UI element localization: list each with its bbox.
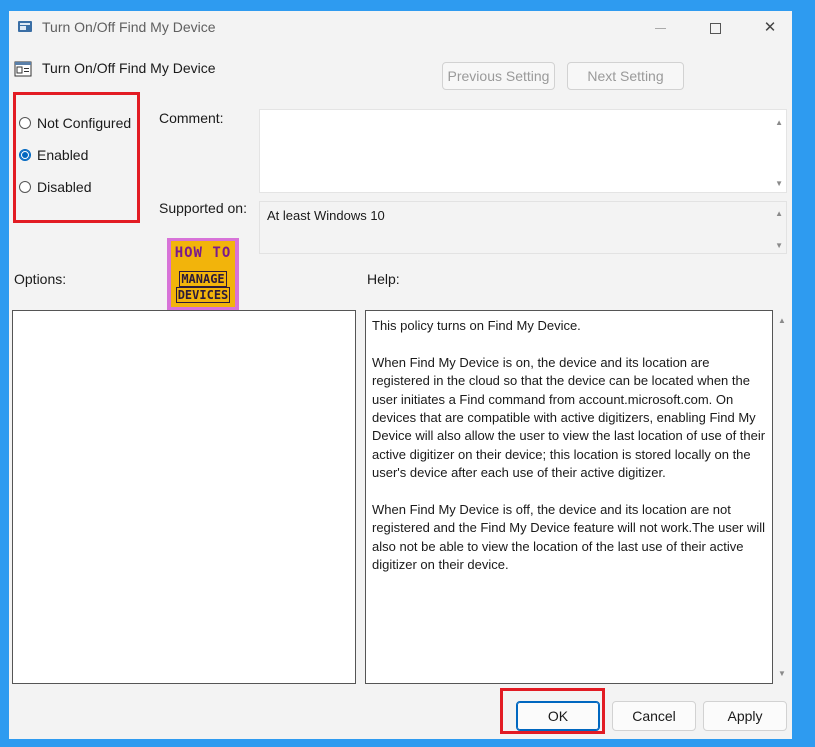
help-paragraph: When Find My Device is on, the device an…: [372, 354, 766, 481]
help-pane: This policy turns on Find My Device. Whe…: [365, 310, 773, 684]
comment-field[interactable]: ▲ ▼: [259, 109, 787, 193]
comment-label: Comment:: [159, 110, 224, 126]
options-label: Options:: [14, 271, 67, 287]
help-text: This policy turns on Find My Device. Whe…: [372, 317, 770, 593]
minimize-icon: [654, 27, 666, 29]
policy-app-icon: [18, 21, 32, 32]
cancel-button[interactable]: Cancel: [612, 701, 696, 731]
help-paragraph: This policy turns on Find My Device.: [372, 318, 581, 333]
ok-button[interactable]: OK: [516, 701, 600, 731]
enabled-radio[interactable]: Enabled: [19, 147, 88, 163]
options-pane: [12, 310, 356, 684]
close-icon: ✕: [763, 19, 777, 36]
disabled-radio[interactable]: Disabled: [19, 179, 91, 195]
apply-button[interactable]: Apply: [703, 701, 787, 731]
logo-line-3: DEVICES: [175, 287, 231, 303]
help-label: Help:: [367, 271, 400, 287]
radio-unchecked-icon: [19, 181, 31, 193]
maximize-icon: [709, 22, 721, 34]
disabled-label: Disabled: [37, 179, 92, 195]
supported-on-label: Supported on:: [159, 200, 247, 216]
minimize-button[interactable]: [640, 15, 680, 41]
scroll-up-icon[interactable]: ▲: [775, 118, 783, 127]
scroll-up-icon[interactable]: ▲: [775, 209, 783, 218]
window-title: Turn On/Off Find My Device: [42, 19, 216, 35]
radio-unchecked-icon: [19, 117, 31, 129]
scroll-down-icon[interactable]: ▼: [775, 241, 783, 250]
help-scroll-up-icon[interactable]: ▲: [778, 316, 786, 325]
help-scroll-down-icon[interactable]: ▼: [778, 669, 786, 678]
radio-checked-icon: [19, 149, 31, 161]
not-configured-radio[interactable]: Not Configured: [19, 115, 131, 131]
previous-setting-button[interactable]: Previous Setting: [442, 62, 555, 90]
policy-dialog: Turn On/Off Find My Device ✕ Turn On/Off…: [9, 11, 792, 739]
how-to-manage-devices-logo: HOW TO MANAGE DEVICES: [167, 238, 239, 310]
next-setting-button[interactable]: Next Setting: [567, 62, 684, 90]
supported-on-value: At least Windows 10: [267, 208, 385, 223]
not-configured-label: Not Configured: [37, 115, 132, 131]
policy-setting-icon: [14, 61, 32, 77]
logo-line-2: MANAGE: [179, 271, 227, 287]
supported-on-field: At least Windows 10 ▲ ▼: [259, 201, 787, 254]
help-paragraph: When Find My Device is off, the device a…: [372, 502, 766, 573]
title-bar: Turn On/Off Find My Device ✕: [9, 11, 792, 43]
policy-title: Turn On/Off Find My Device: [42, 60, 216, 76]
close-button[interactable]: ✕: [750, 15, 790, 41]
logo-line-1: HOW TO: [174, 245, 232, 261]
scroll-down-icon[interactable]: ▼: [775, 179, 783, 188]
maximize-button[interactable]: [695, 15, 735, 41]
enabled-label: Enabled: [37, 147, 89, 163]
